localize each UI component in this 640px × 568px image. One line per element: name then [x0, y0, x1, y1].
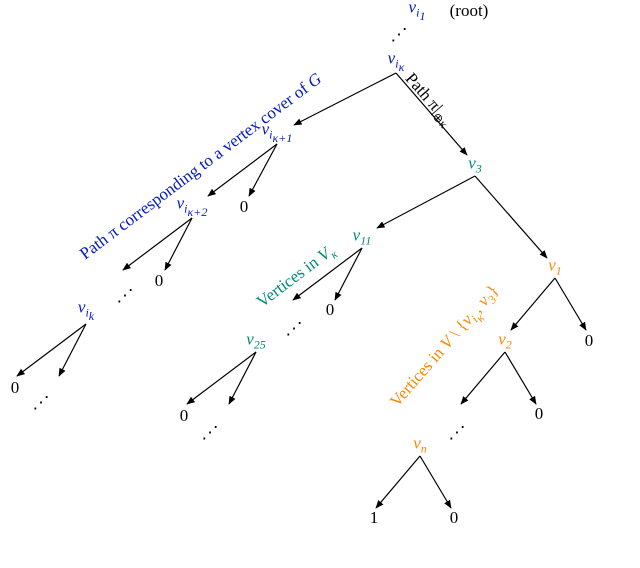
svg-text:⋰: ⋰	[33, 393, 50, 412]
svg-text:⋰: ⋰	[391, 25, 408, 44]
node-ikk: vik	[78, 298, 94, 325]
svg-text:⋰: ⋰	[449, 423, 466, 442]
leaf-0: 0	[180, 406, 189, 426]
svg-text:⋰: ⋰	[286, 319, 303, 338]
leaf-0: 0	[585, 331, 594, 351]
leaf-0: 0	[326, 300, 335, 320]
node-root: vi1	[409, 0, 426, 24]
root-suffix: (root)	[450, 1, 489, 21]
svg-text:⋰: ⋰	[202, 423, 219, 442]
node-v25: v25	[246, 329, 266, 352]
leaf-0: 0	[11, 378, 20, 398]
node-vn: vn	[413, 433, 427, 456]
node-v3: v3	[468, 153, 482, 176]
leaf-0: 0	[450, 508, 459, 528]
leaf-0: 0	[535, 404, 544, 424]
leaf-1: 1	[370, 508, 379, 528]
node-v11: v11	[353, 225, 372, 248]
node-v1: v1	[548, 255, 562, 278]
node-v2: v2	[498, 329, 512, 352]
node-ik2: viκ+2	[177, 194, 208, 221]
svg-text:⋰: ⋰	[117, 286, 134, 305]
leaf-0: 0	[240, 197, 249, 217]
node-ikappa: viκ	[388, 49, 405, 76]
leaf-0: 0	[155, 271, 164, 291]
